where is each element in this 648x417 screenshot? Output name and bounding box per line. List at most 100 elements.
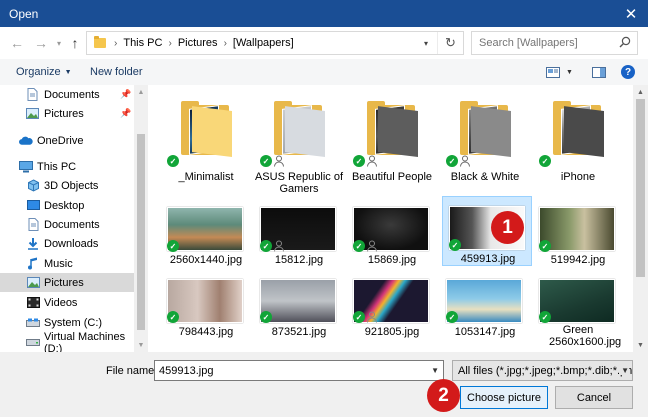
folder-label: iPhone [560, 171, 596, 183]
sync-check-icon: ✓ [260, 240, 272, 252]
folder-beautiful-people[interactable]: ✓ Beautiful People [347, 95, 437, 187]
preview-pane-button[interactable] [592, 64, 606, 80]
sidebar-item-label: OneDrive [37, 134, 84, 147]
sidebar-item-pictures-quick[interactable]: Pictures 📌 [0, 104, 134, 123]
image-2560x1440[interactable]: ✓ 2560x1440.jpg [161, 198, 251, 268]
folder-front [378, 106, 418, 157]
forward-arrow-icon[interactable]: → [32, 33, 50, 53]
image-label: 519942.jpg [550, 254, 606, 266]
file-name-input[interactable] [155, 361, 425, 380]
new-folder-button[interactable]: New folder [90, 66, 143, 78]
pictures-icon [25, 107, 39, 120]
nav-scrollbar[interactable]: ▲ ▼ [134, 85, 148, 352]
chevron-down-icon[interactable]: ▼ [619, 366, 629, 375]
back-arrow-icon[interactable]: ← [8, 33, 26, 53]
breadcrumb-this-pc[interactable]: This PC [123, 37, 162, 49]
sidebar-item-videos[interactable]: Videos [0, 293, 134, 312]
address-dropdown-icon[interactable]: ▾ [417, 32, 435, 54]
sync-check-icon: ✓ [446, 311, 458, 323]
videos-icon [26, 296, 40, 309]
folder-asus-republic-of-gamers[interactable]: ✓ ASUS Republic of Gamers [254, 95, 344, 195]
breadcrumb-pictures[interactable]: Pictures [178, 37, 218, 49]
breadcrumb-chevron-icon[interactable]: › [168, 38, 171, 49]
sidebar-item-label: This PC [37, 160, 77, 173]
sync-check-icon: ✓ [353, 311, 365, 323]
sidebar-item-documents-quick[interactable]: Documents 📌 [0, 85, 134, 104]
folder-front [564, 106, 604, 157]
sync-check-icon: ✓ [449, 239, 461, 251]
music-icon [26, 257, 40, 270]
shared-person-icon [274, 155, 284, 167]
folder-minimalist[interactable]: ✓ _Minimalist [161, 95, 251, 187]
folder-iphone[interactable]: ✓ iPhone [533, 95, 623, 187]
sidebar-item-3d-objects[interactable]: 3D Objects [0, 176, 134, 195]
sidebar-item-onedrive[interactable]: OneDrive [0, 131, 134, 150]
organize-label: Organize [16, 66, 61, 78]
scroll-down-icon[interactable]: ▼ [134, 338, 148, 352]
breadcrumb-wallpapers[interactable]: [Wallpapers] [233, 37, 294, 49]
sync-check-icon: ✓ [167, 240, 179, 252]
content-scrollbar[interactable]: ▲ ▼ [633, 85, 648, 352]
image-1053147[interactable]: ✓ 1053147.jpg [440, 273, 530, 347]
drive-icon [26, 336, 40, 349]
change-view-button[interactable]: ▼ [546, 64, 573, 80]
folder-label: Black & White [450, 171, 520, 183]
file-list: ✓ _Minimalist ✓ ASUS Republic of Gamers … [148, 85, 633, 352]
sidebar-item-label: Downloads [44, 237, 99, 250]
chevron-down-icon[interactable]: ▼ [431, 366, 439, 375]
folder-label: _Minimalist [178, 171, 234, 183]
annotation-badge-1: 1 [491, 211, 524, 244]
image-519942[interactable]: ✓ 519942.jpg [533, 198, 623, 268]
sidebar-item-this-pc[interactable]: This PC [0, 157, 134, 176]
image-798443[interactable]: ✓ 798443.jpg [161, 273, 251, 347]
image-15812[interactable]: ✓ 15812.jpg [254, 198, 344, 268]
image-label: 798443.jpg [178, 326, 234, 338]
image-green-2560x1600[interactable]: ✓ Green 2560x1600.jpg [533, 273, 623, 349]
shared-person-icon [367, 240, 377, 252]
folder-black-and-white[interactable]: ✓ Black & White [440, 95, 530, 187]
image-921805[interactable]: ✓ 921805.jpg [347, 273, 437, 347]
content-scroll-thumb[interactable] [636, 99, 645, 277]
sync-check-icon: ✓ [539, 240, 551, 252]
sidebar-item-documents[interactable]: Documents [0, 215, 134, 234]
choose-picture-button[interactable]: Choose picture [460, 386, 548, 409]
sidebar-item-pictures[interactable]: Pictures [0, 273, 134, 292]
cancel-button[interactable]: Cancel [555, 386, 633, 409]
sync-check-icon: ✓ [539, 311, 551, 323]
search-box[interactable] [471, 31, 638, 55]
chevron-down-icon: ▼ [566, 68, 573, 76]
breadcrumb-chevron-icon[interactable]: › [224, 38, 227, 49]
pin-icon[interactable]: 📌 [120, 89, 131, 100]
image-15869[interactable]: ✓ 15869.jpg [347, 198, 437, 268]
chevron-down-icon: ▼ [64, 69, 72, 76]
file-name-label: File name: [106, 365, 158, 377]
file-type-filter[interactable]: All files (*.jpg;*.jpeg;*.bmp;*.dib;*.pn… [452, 360, 633, 381]
close-icon[interactable]: ✕ [614, 0, 648, 27]
search-input[interactable] [472, 32, 612, 54]
refresh-icon[interactable]: ↻ [437, 32, 463, 54]
image-873521[interactable]: ✓ 873521.jpg [254, 273, 344, 347]
address-bar[interactable]: › This PC › Pictures › [Wallpapers] ▾ ↻ [86, 31, 464, 55]
documents-icon [25, 88, 39, 101]
scroll-up-icon[interactable]: ▲ [633, 85, 648, 99]
this-pc-icon [19, 160, 33, 173]
scroll-down-icon[interactable]: ▼ [633, 338, 648, 352]
file-name-combobox[interactable]: ▼ [154, 360, 444, 381]
folder-front [471, 106, 511, 157]
up-arrow-icon[interactable]: ↑ [66, 33, 84, 53]
sidebar-item-system-c[interactable]: System (C:) [0, 313, 134, 332]
sidebar-item-label: Documents [44, 218, 100, 231]
pin-icon[interactable]: 📌 [120, 108, 131, 119]
sidebar-item-virtual-machines-d[interactable]: Virtual Machines (D:) [0, 331, 134, 352]
sidebar-item-music[interactable]: Music [0, 254, 134, 273]
organize-button[interactable]: Organize ▼ [16, 66, 72, 78]
sidebar-item-desktop[interactable]: Desktop [0, 196, 134, 215]
help-icon[interactable]: ? [621, 65, 635, 79]
desktop-icon [26, 199, 40, 212]
breadcrumb-chevron-icon[interactable]: › [114, 38, 117, 49]
nav-scroll-thumb[interactable] [137, 134, 145, 330]
image-label: 873521.jpg [271, 326, 327, 338]
scroll-up-icon[interactable]: ▲ [134, 85, 148, 99]
sidebar-item-downloads[interactable]: Downloads [0, 234, 134, 253]
image-label: 2560x1440.jpg [169, 254, 243, 266]
